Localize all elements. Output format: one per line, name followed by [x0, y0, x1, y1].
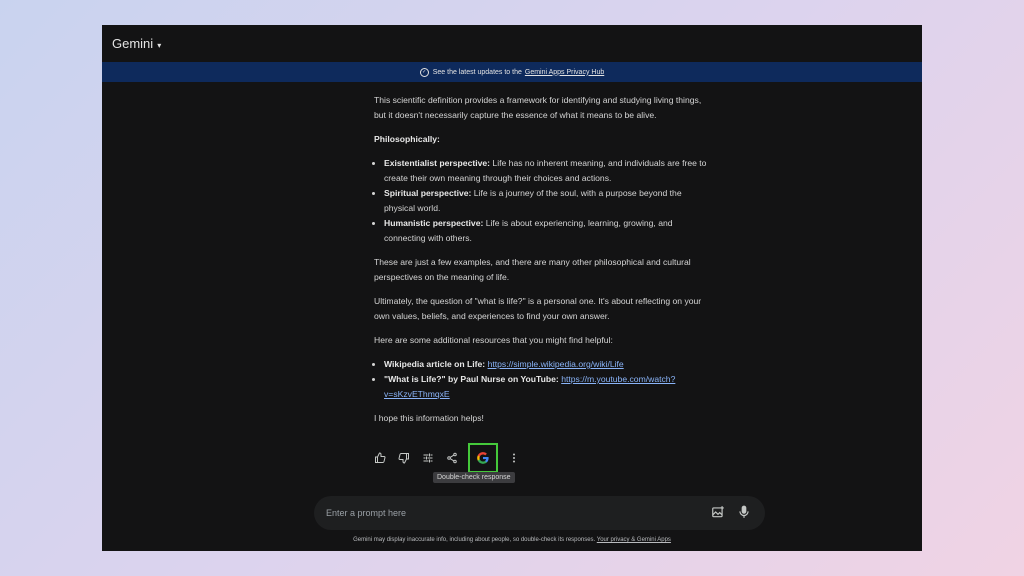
privacy-link[interactable]: Your privacy & Gemini Apps: [597, 537, 671, 543]
microphone-icon[interactable]: [737, 505, 753, 521]
section-heading: Philosophically:: [374, 134, 440, 144]
privacy-banner: ✓ See the latest updates to the Gemini A…: [102, 62, 922, 82]
thumbs-up-icon[interactable]: [372, 450, 388, 466]
share-icon[interactable]: [444, 450, 460, 466]
double-check-button[interactable]: [468, 443, 498, 473]
paragraph: Here are some additional resources that …: [374, 333, 714, 348]
response-content: This scientific definition provides a fr…: [374, 93, 714, 435]
list-item-bold: Spiritual perspective:: [384, 188, 471, 198]
prompt-box: [314, 496, 765, 530]
paragraph: These are just a few examples, and there…: [374, 255, 714, 285]
paragraph: This scientific definition provides a fr…: [374, 93, 714, 123]
google-g-icon: [476, 451, 490, 465]
gemini-window: Gemini ▾ ✓ See the latest updates to the …: [102, 25, 922, 551]
paragraph: Ultimately, the question of "what is lif…: [374, 294, 714, 324]
disclaimer-text: Gemini may display inaccurate info, incl…: [353, 537, 595, 543]
list-item: Wikipedia article on Life: https://simpl…: [384, 357, 714, 372]
resources-list: Wikipedia article on Life: https://simpl…: [374, 357, 714, 402]
wikipedia-link[interactable]: https://simple.wikipedia.org/wiki/Life: [488, 359, 624, 369]
list-item-bold: Wikipedia article on Life:: [384, 359, 485, 369]
privacy-hub-link[interactable]: Gemini Apps Privacy Hub: [525, 69, 604, 76]
add-image-icon[interactable]: [711, 505, 727, 521]
app-title: Gemini: [112, 36, 153, 51]
prompt-input[interactable]: [324, 507, 698, 519]
chevron-down-icon: ▾: [157, 41, 161, 50]
list-item-bold: "What is Life?" by Paul Nurse on YouTube…: [384, 374, 559, 384]
list-item-bold: Humanistic perspective:: [384, 218, 483, 228]
tooltip: Double-check response: [433, 472, 515, 483]
list-item-bold: Existentialist perspective:: [384, 158, 490, 168]
paragraph: I hope this information helps!: [374, 411, 714, 426]
banner-text: See the latest updates to the: [433, 69, 522, 76]
more-vert-icon[interactable]: [506, 450, 522, 466]
disclaimer-footer: Gemini may display inaccurate info, incl…: [102, 537, 922, 543]
tune-icon[interactable]: [420, 450, 436, 466]
top-bar: Gemini ▾: [102, 25, 922, 62]
list-item: Spiritual perspective: Life is a journey…: [384, 186, 714, 216]
list-item: Existentialist perspective: Life has no …: [384, 156, 714, 186]
list-item: "What is Life?" by Paul Nurse on YouTube…: [384, 372, 714, 402]
thumbs-down-icon[interactable]: [396, 450, 412, 466]
perspectives-list: Existentialist perspective: Life has no …: [374, 156, 714, 246]
response-actions: [372, 444, 522, 472]
check-circle-icon: ✓: [420, 68, 429, 77]
model-selector[interactable]: Gemini ▾: [112, 36, 161, 51]
list-item: Humanistic perspective: Life is about ex…: [384, 216, 714, 246]
